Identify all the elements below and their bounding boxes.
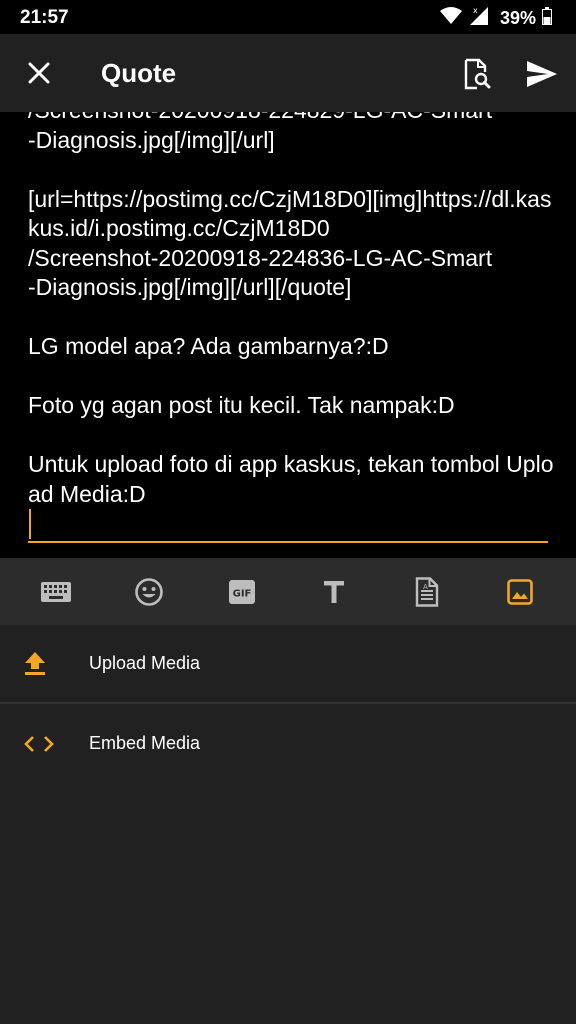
editor-text[interactable]: /Screenshot-20200918-224829-LG-AC-Smart … <box>28 112 558 509</box>
message-editor[interactable]: /Screenshot-20200918-224829-LG-AC-Smart … <box>0 112 576 558</box>
send-button[interactable] <box>522 54 562 94</box>
text-format-button[interactable] <box>310 568 358 616</box>
wifi-icon <box>439 7 462 30</box>
image-icon <box>506 578 533 605</box>
gif-icon: GIF <box>228 579 255 604</box>
signal-icon: x <box>468 6 490 31</box>
close-button[interactable] <box>22 56 56 90</box>
svg-text:A: A <box>423 583 428 591</box>
text-caret <box>29 509 31 539</box>
battery-percent: 39% <box>499 8 536 28</box>
editor-underline <box>28 541 548 543</box>
gif-button[interactable]: GIF <box>218 568 266 616</box>
media-menu: Upload Media Embed Media <box>0 625 576 783</box>
svg-text:GIF: GIF <box>232 588 251 599</box>
status-time: 21:57 <box>20 7 69 28</box>
keyboard-button[interactable] <box>32 568 80 616</box>
emoji-icon <box>135 577 163 606</box>
document-button[interactable]: A <box>403 568 451 616</box>
battery-icon <box>542 7 552 30</box>
preview-button[interactable] <box>457 54 497 94</box>
svg-text:x: x <box>473 6 478 15</box>
document-search-icon <box>464 58 491 90</box>
formatting-toolbar: GIF A <box>0 558 576 625</box>
status-icons: x 39% <box>439 6 552 31</box>
keyboard-icon <box>41 581 72 602</box>
close-icon <box>28 62 50 84</box>
app-bar: Quote <box>0 34 576 112</box>
emoji-button[interactable] <box>125 568 173 616</box>
send-icon <box>527 61 557 87</box>
menu-item-label: Upload Media <box>89 653 201 673</box>
status-bar: 21:57 x 39% <box>0 0 576 34</box>
text-format-icon <box>324 580 345 603</box>
menu-item-upload-media[interactable]: Upload Media <box>0 625 576 704</box>
code-icon <box>0 735 89 753</box>
menu-item-label: Embed Media <box>89 733 201 753</box>
document-icon: A <box>415 576 439 607</box>
upload-icon <box>0 651 89 677</box>
image-button[interactable] <box>496 568 544 616</box>
menu-item-embed-media[interactable]: Embed Media <box>0 704 576 783</box>
page-title: Quote <box>101 58 177 88</box>
